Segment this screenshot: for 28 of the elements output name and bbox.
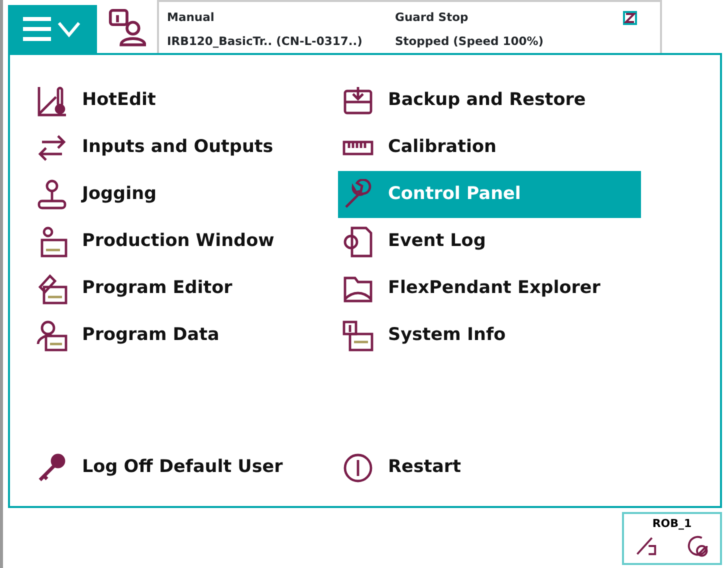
document-alert-icon <box>342 226 374 258</box>
menu-item[interactable]: HotEdit <box>32 77 338 124</box>
menu-item[interactable]: FlexPendant Explorer <box>338 265 641 312</box>
menu-item[interactable]: Backup and Restore <box>338 77 641 124</box>
hotedit-chart-icon <box>36 84 68 116</box>
log-off-button[interactable]: Log Off Default User <box>32 444 338 491</box>
menu-item[interactable]: Program Editor <box>32 265 338 312</box>
quickset-button[interactable]: ROB_1 <box>622 512 722 565</box>
menu-item[interactable]: Event Log <box>338 218 641 265</box>
status-icon[interactable] <box>622 10 638 26</box>
restart-button[interactable]: Restart <box>338 444 641 491</box>
system-text: IRB120_BasicTr.. (CN-L-0317..) <box>167 32 364 50</box>
menu-item[interactable]: Inputs and Outputs <box>32 124 338 171</box>
menu-item[interactable]: Jogging <box>32 171 338 218</box>
joystick-icon <box>36 178 68 210</box>
pencil-window-icon <box>36 272 68 304</box>
info-window-icon <box>342 320 374 352</box>
speed-text: Stopped (Speed 100%) <box>395 32 545 50</box>
menu-item[interactable]: Program Data <box>32 312 338 359</box>
state-text: Guard Stop <box>395 9 470 26</box>
key-icon <box>36 452 68 484</box>
mode-text: Manual <box>167 9 216 26</box>
power-icon <box>342 452 374 484</box>
backup-drive-icon <box>342 84 374 116</box>
menu-item[interactable]: Calibration <box>338 124 641 171</box>
person-window-icon <box>36 320 68 352</box>
menu-item[interactable]: System Info <box>338 312 641 359</box>
menu-item[interactable]: Production Window <box>32 218 338 265</box>
